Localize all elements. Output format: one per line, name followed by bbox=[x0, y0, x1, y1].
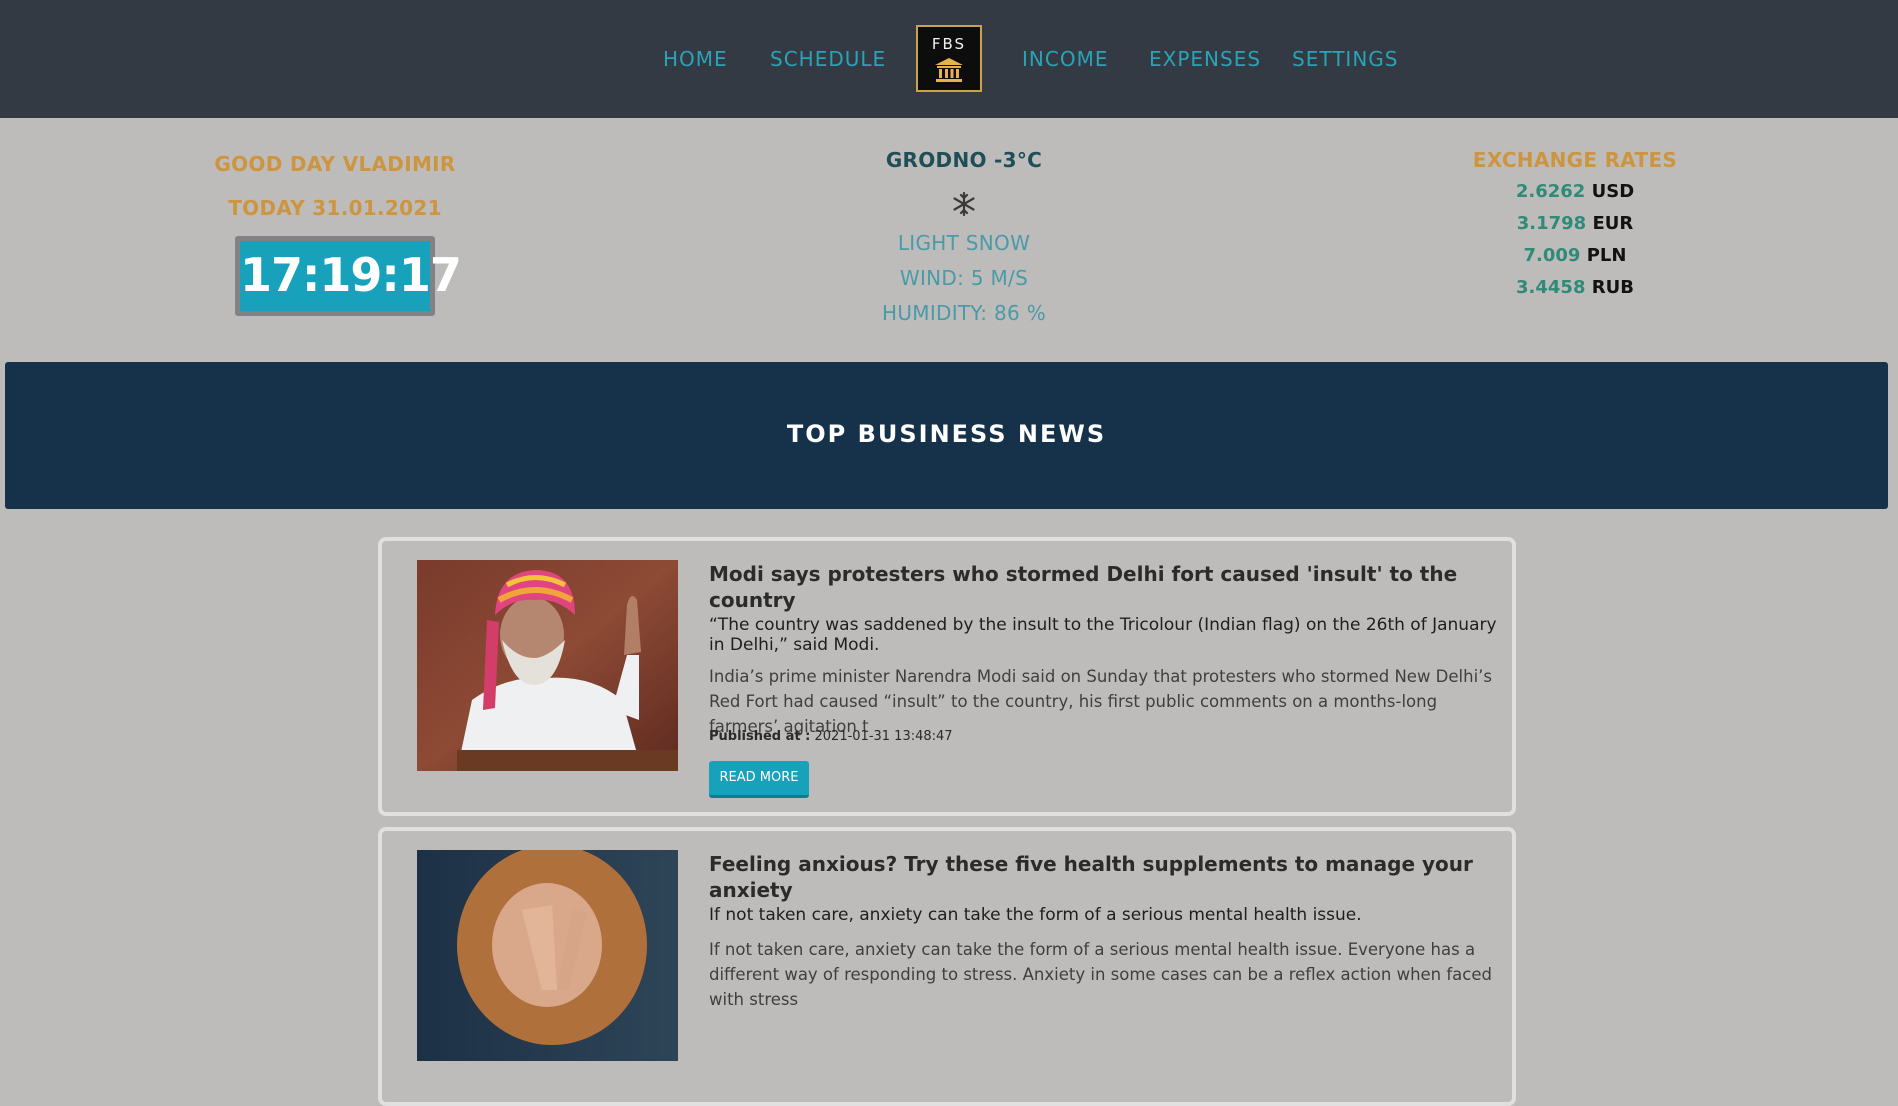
greeting-text: GOOD DAY VLADIMIR bbox=[214, 152, 456, 176]
rate-currency: USD bbox=[1591, 181, 1635, 202]
news-description: If not taken care, anxiety can take the … bbox=[709, 905, 1362, 925]
bank-icon bbox=[935, 58, 963, 82]
rate-value: 3.1798 bbox=[1516, 213, 1587, 234]
news-description: “The country was saddened by the insult … bbox=[709, 615, 1497, 655]
rate-row: 3.1798 EUR bbox=[1375, 213, 1775, 234]
nav-expenses[interactable]: EXPENSES bbox=[1149, 47, 1261, 71]
rate-currency: RUB bbox=[1591, 277, 1634, 298]
weather-wind: WIND: 5 M/S bbox=[899, 266, 1029, 290]
rate-currency: PLN bbox=[1586, 245, 1627, 266]
rate-value: 3.4458 bbox=[1516, 277, 1586, 298]
weather-humidity: HUMIDITY: 86 % bbox=[881, 301, 1046, 325]
rate-row: 2.6262 USD bbox=[1375, 181, 1775, 202]
rate-row: 3.4458 RUB bbox=[1375, 277, 1775, 298]
published-at: Published at : 2021-01-31 13:48:47 bbox=[709, 729, 953, 744]
nav-home[interactable]: HOME bbox=[663, 47, 728, 71]
read-more-button[interactable]: READ MORE bbox=[709, 761, 809, 798]
weather-city-temp: GRODNO -3°C bbox=[885, 148, 1043, 172]
news-content: India’s prime minister Narendra Modi sai… bbox=[709, 667, 1493, 736]
news-photo-anxious-woman bbox=[417, 850, 678, 1061]
snowflake-icon bbox=[953, 191, 975, 217]
news-card: Feeling anxious? Try these five health s… bbox=[378, 827, 1516, 1106]
news-image bbox=[417, 560, 678, 771]
nav-income[interactable]: INCOME bbox=[1022, 47, 1108, 71]
news-banner: TOP BUSINESS NEWS bbox=[5, 362, 1888, 509]
published-label: Published at : bbox=[709, 729, 811, 744]
nav-schedule[interactable]: SCHEDULE bbox=[770, 47, 886, 71]
rate-value: 2.6262 bbox=[1515, 181, 1586, 202]
news-content: If not taken care, anxiety can take the … bbox=[709, 940, 1492, 1009]
today-date: TODAY 31.01.2021 bbox=[228, 196, 442, 220]
nav-settings[interactable]: SETTINGS bbox=[1292, 47, 1398, 71]
published-date: 2021-01-31 13:48:47 bbox=[814, 729, 953, 744]
news-title[interactable]: Feeling anxious? Try these five health s… bbox=[709, 851, 1499, 903]
exchange-rates-title: EXCHANGE RATES bbox=[1472, 148, 1678, 172]
rate-row: 7.009 PLN bbox=[1375, 245, 1775, 266]
banner-title: TOP BUSINESS NEWS bbox=[786, 420, 1107, 448]
top-navbar: HOME SCHEDULE FBS INCOME EXPENSES SETTIN… bbox=[0, 0, 1898, 118]
news-photo-speaker bbox=[417, 560, 678, 771]
digital-clock: 17:19:17 bbox=[235, 236, 462, 316]
news-card: Modi says protesters who stormed Delhi f… bbox=[378, 537, 1516, 816]
rate-value: 7.009 bbox=[1523, 245, 1581, 266]
logo-text: FBS bbox=[931, 35, 967, 53]
brand-logo[interactable]: FBS bbox=[916, 25, 982, 92]
rate-currency: EUR bbox=[1592, 213, 1634, 234]
news-image bbox=[417, 850, 678, 1061]
weather-condition: LIGHT SNOW bbox=[897, 231, 1031, 255]
news-title[interactable]: Modi says protesters who stormed Delhi f… bbox=[709, 561, 1499, 613]
